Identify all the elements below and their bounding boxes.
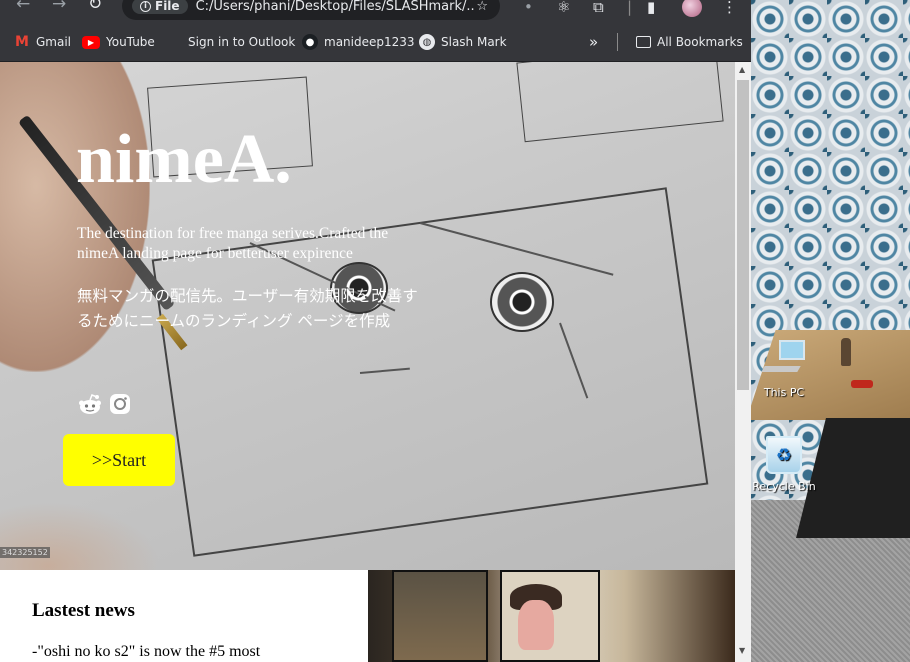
recycle-bin-icon: ♻ — [766, 436, 802, 474]
bookmark-label: manideep1233 — [324, 35, 415, 49]
image-watermark: 342325152 — [0, 547, 50, 558]
wallpaper-desk — [751, 330, 910, 420]
sketch-panel — [516, 62, 724, 143]
news-item: -"oshi no ko s2" is now the #5 most — [32, 643, 261, 660]
instagram-icon[interactable] — [108, 392, 132, 416]
reddit-icon[interactable] — [78, 392, 102, 416]
desktop-icon-recycle-bin[interactable]: ♻ Recycle Bin — [751, 436, 824, 493]
bookmark-label: Sign in to Outlook — [188, 35, 296, 49]
chevron-double-right-icon: » — [589, 33, 599, 51]
bookmarks-bar: M Gmail ▶ YouTube Sign in to Outlook ● m… — [0, 22, 751, 62]
all-bookmarks-button[interactable]: All Bookmarks — [636, 33, 743, 51]
bookmarks-separator — [617, 33, 618, 51]
desktop-icon-label: This PC — [763, 386, 805, 399]
kebab-menu-icon[interactable]: ⋮ — [722, 0, 737, 16]
github-icon: ● — [302, 34, 318, 50]
microsoft-icon — [166, 34, 182, 50]
forward-arrow-icon[interactable]: → — [52, 0, 66, 14]
all-bookmarks-label: All Bookmarks — [657, 35, 743, 49]
page-scrollbar[interactable]: ▲ ▼ — [735, 62, 751, 662]
browser-window: ← → ↻ i File C:/Users/phani/Desktop/File… — [0, 0, 751, 662]
bookmark-youtube[interactable]: ▶ YouTube — [82, 33, 155, 51]
info-icon: i — [140, 0, 151, 12]
page-viewport: 342325152 nimeA. The destination for fre… — [0, 62, 735, 662]
scroll-down-arrow-icon[interactable]: ▼ — [739, 646, 745, 655]
bookmark-gmail[interactable]: M Gmail — [14, 33, 71, 51]
image-frame — [392, 570, 488, 662]
bookmark-label: Slash Mark — [441, 35, 507, 49]
gmail-icon: M — [15, 34, 29, 50]
bookmark-label: YouTube — [106, 35, 155, 49]
desktop-wallpaper: This PC ♻ Recycle Bin — [751, 0, 910, 662]
bookmark-star-icon[interactable]: ☆ — [476, 0, 488, 14]
start-button[interactable]: >>Start — [63, 434, 175, 486]
sketch-eye — [490, 272, 554, 332]
browser-toolbar: ← → ↻ i File C:/Users/phani/Desktop/File… — [0, 0, 751, 22]
desktop-icon-label: Recycle Bin — [752, 480, 816, 493]
news-section: Lastest news -"oshi no ko s2" is now the… — [0, 570, 368, 662]
social-links — [78, 392, 132, 416]
wallpaper-figurine — [841, 338, 851, 366]
url-text: C:/Users/phani/Desktop/Files/SLASHmark/.… — [195, 0, 477, 14]
bookmarks-overflow-button[interactable]: » — [589, 33, 598, 51]
reload-icon[interactable]: ↻ — [88, 0, 102, 14]
bookmark-label: Gmail — [36, 35, 72, 49]
anime-figure-face — [518, 600, 554, 650]
lower-hand — [0, 502, 160, 570]
site-info-chip[interactable]: i File — [132, 0, 188, 14]
news-image — [368, 570, 735, 662]
site-info-label: File — [155, 0, 180, 13]
bookmark-github[interactable]: ● manideep1233 — [302, 33, 415, 51]
profile-avatar[interactable] — [682, 0, 702, 17]
bookmark-outlook[interactable]: Sign in to Outlook — [166, 33, 295, 51]
side-panel-icon[interactable]: ▮ — [647, 0, 655, 16]
hero-tagline: The destination for free manga serives.C… — [77, 225, 389, 262]
extensions-puzzle-icon[interactable]: ⧉ — [593, 0, 604, 16]
back-arrow-icon[interactable]: ← — [16, 0, 30, 14]
scrollbar-thumb[interactable] — [737, 80, 749, 390]
youtube-icon: ▶ — [82, 35, 100, 49]
hero-tagline-japanese: 無料マンガの配信先。ユーザー有効期限を改善するためにニームのランディング ページ… — [77, 287, 418, 330]
wallpaper-monitor — [779, 340, 805, 360]
hero-section: 342325152 nimeA. The destination for fre… — [0, 62, 735, 570]
address-bar[interactable]: i File C:/Users/phani/Desktop/Files/SLAS… — [122, 0, 500, 20]
news-heading: Lastest news — [32, 600, 135, 621]
hero-title: nimeA. — [76, 121, 292, 198]
desktop-icon-this-pc[interactable]: This PC — [751, 386, 824, 399]
wallpaper-monitor-base — [761, 366, 801, 372]
bookmark-slash-mark[interactable]: ◍ Slash Mark — [419, 33, 507, 51]
scroll-up-arrow-icon[interactable]: ▲ — [739, 65, 745, 74]
extension-dot-icon[interactable]: • — [524, 0, 533, 16]
globe-icon: ◍ — [419, 34, 435, 50]
folder-icon — [636, 36, 651, 48]
react-devtools-icon[interactable]: ⚛ — [557, 0, 570, 16]
toolbar-separator: | — [627, 0, 633, 16]
wallpaper-red-object — [851, 380, 873, 388]
